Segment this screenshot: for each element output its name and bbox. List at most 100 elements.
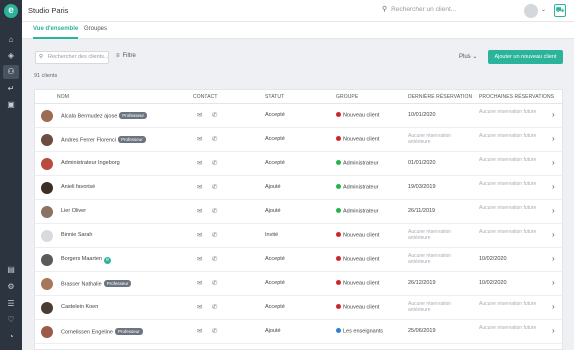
client-name[interactable]: Borgers Maarten xyxy=(61,256,102,262)
chevron-right-icon[interactable]: › xyxy=(552,182,555,191)
table-row[interactable]: Binnie Sarah ✉ ✆ Invité Nouveau client Aucune… xyxy=(35,224,562,248)
mail-icon[interactable]: ✉ xyxy=(197,135,202,143)
tab-groups[interactable]: Groupes xyxy=(84,26,107,37)
table-row[interactable]: Anieli favorisé ✉ ✆ Ajouté Administrateur 19/… xyxy=(35,176,562,200)
table-row[interactable]: Castelein Koen ✉ ✆ Accepté Nouveau client Auc… xyxy=(35,296,562,320)
phone-icon[interactable]: ✆ xyxy=(212,207,217,215)
mail-icon[interactable]: ✉ xyxy=(197,255,202,263)
client-name[interactable]: Administrateur Ingeborg xyxy=(61,160,120,166)
group-cell: Nouveau client xyxy=(336,136,379,143)
avatar xyxy=(41,326,53,338)
status-cell: Accepté xyxy=(265,136,285,142)
table-row[interactable]: Andres Ferrer Florenci Professeur ✉ ✆ Accept… xyxy=(35,128,562,152)
home-icon[interactable]: ⌂ xyxy=(3,33,19,47)
mail-icon[interactable]: ✉ xyxy=(197,327,202,335)
header-group[interactable]: GROUPE xyxy=(336,94,358,100)
table-row[interactable]: Alcala Bermudez ajose Professeur ✉ ✆ Accepté… xyxy=(35,104,562,128)
client-name[interactable]: Lier Oliver xyxy=(61,208,86,214)
clients-table: NOM CONTACT STATUT GROUPE DERNIÈRE RÉSER… xyxy=(34,89,563,350)
chevron-down-icon[interactable]: ⌄ xyxy=(541,6,546,13)
mail-icon[interactable]: ✉ xyxy=(197,303,202,311)
last-booking-cell: 26/11/2019 xyxy=(408,208,436,214)
cart-icon[interactable]: ⛟ xyxy=(554,4,566,17)
chevron-right-icon[interactable]: › xyxy=(552,326,555,335)
avatar xyxy=(41,182,53,194)
chevron-right-icon[interactable]: › xyxy=(552,302,555,311)
header-last-booking[interactable]: DERNIÈRE RÉSERVATION xyxy=(408,94,472,100)
group-label: Nouveau client xyxy=(343,280,380,287)
tabs-bar: Vue d'ensemble Groupes xyxy=(22,22,574,39)
chevron-right-icon[interactable]: › xyxy=(552,134,555,143)
phone-icon[interactable]: ✆ xyxy=(212,279,217,287)
client-name[interactable]: Cornelissen Engeline xyxy=(61,330,113,336)
client-name[interactable]: Anieli favorisé xyxy=(61,184,95,190)
client-name[interactable]: Binnie Sarah xyxy=(61,232,93,238)
phone-icon[interactable]: ✆ xyxy=(212,183,217,191)
client-name[interactable]: Brasser Nathalie xyxy=(61,282,102,288)
filter-button[interactable]: ≡ Filtre xyxy=(116,53,136,59)
group-label: Nouveau client xyxy=(343,256,380,263)
chevron-right-icon[interactable]: › xyxy=(552,254,555,263)
phone-icon[interactable]: ✆ xyxy=(212,255,217,263)
chevron-right-icon[interactable]: › xyxy=(552,206,555,215)
next-booking-cell: Aucune réservation future xyxy=(479,325,537,331)
header-status[interactable]: STATUT xyxy=(265,94,284,100)
gift-icon[interactable]: ▣ xyxy=(3,98,19,112)
phone-icon[interactable]: ✆ xyxy=(212,135,217,143)
phone-icon[interactable]: ✆ xyxy=(212,327,217,335)
phone-icon[interactable]: ✆ xyxy=(212,231,217,239)
client-search-input[interactable]: ⚲ Rechercher des clients... xyxy=(35,51,109,64)
tab-overview[interactable]: Vue d'ensemble xyxy=(33,26,79,39)
client-name[interactable]: Castelein Koen xyxy=(61,304,98,310)
mail-icon[interactable]: ✉ xyxy=(197,231,202,239)
more-dropdown[interactable]: Plus ⌄ xyxy=(459,53,477,60)
avatar xyxy=(41,110,53,122)
table-row[interactable]: Cornelissen Engeline Professeur ✉ ✆ Ajouté Le… xyxy=(35,320,562,344)
chevron-right-icon[interactable]: › xyxy=(552,110,555,119)
client-name[interactable]: Andres Ferrer Florenci xyxy=(61,138,116,144)
bell-icon[interactable]: ◔ xyxy=(3,330,19,344)
table-row[interactable]: Lier Oliver ✉ ✆ Ajouté Administrateur 26/11/2… xyxy=(35,200,562,224)
chevron-right-icon[interactable]: › xyxy=(552,230,555,239)
table-row[interactable]: Borgers Maarten e ✉ ✆ Accepté Nouveau client A… xyxy=(35,248,562,272)
mail-icon[interactable]: ✉ xyxy=(197,183,202,191)
app-logo[interactable]: e xyxy=(4,4,18,18)
next-booking-cell: Aucune réservation future xyxy=(479,205,537,211)
add-client-button[interactable]: Ajouter un nouveau client xyxy=(488,50,563,64)
news-icon[interactable]: ☰ xyxy=(3,297,19,311)
group-color-dot xyxy=(336,208,341,213)
mail-icon[interactable]: ✉ xyxy=(197,159,202,167)
settings-icon[interactable]: ⚙ xyxy=(3,280,19,294)
chevron-right-icon[interactable]: › xyxy=(552,158,555,167)
import-icon[interactable]: ↵ xyxy=(3,82,19,96)
client-name[interactable]: Alcala Bermudez ajose xyxy=(61,114,117,120)
client-search-placeholder: Rechercher des clients... xyxy=(48,54,109,60)
filter-icon: ≡ xyxy=(116,53,120,59)
client-name-cell: Administrateur Ingeborg xyxy=(61,160,120,166)
next-booking-cell: Aucune réservation future xyxy=(479,157,537,163)
last-booking-cell: Aucune réservation antérieure xyxy=(408,133,452,145)
status-cell: Invité xyxy=(265,232,279,238)
group-label: Nouveau client xyxy=(343,304,380,311)
next-booking-cell: Aucune réservation future xyxy=(479,133,537,139)
reports-icon[interactable]: ▤ xyxy=(3,263,19,277)
mail-icon[interactable]: ✉ xyxy=(197,111,202,119)
users-icon[interactable]: ⚇ xyxy=(3,65,19,79)
header-next-bookings[interactable]: PROCHAINES RÉSERVATIONS xyxy=(479,94,554,100)
mail-icon[interactable]: ✉ xyxy=(197,207,202,215)
phone-icon[interactable]: ✆ xyxy=(212,111,217,119)
phone-icon[interactable]: ✆ xyxy=(212,303,217,311)
group-label: Nouveau client xyxy=(343,232,380,239)
phone-icon[interactable]: ✆ xyxy=(212,159,217,167)
table-row[interactable]: Administrateur Ingeborg ✉ ✆ Accepté Administ… xyxy=(35,152,562,176)
user-avatar[interactable] xyxy=(524,4,538,18)
chevron-right-icon[interactable]: › xyxy=(552,278,555,287)
header-name[interactable]: NOM xyxy=(57,94,69,100)
table-row[interactable]: Brasser Nathalie Professeur ✉ ✆ Accepté Nouve… xyxy=(35,272,562,296)
dashboard-icon[interactable]: ◈ xyxy=(3,49,19,63)
mail-icon[interactable]: ✉ xyxy=(197,279,202,287)
heart-icon[interactable]: ♡ xyxy=(3,313,19,327)
chevron-down-icon: ⌄ xyxy=(472,54,478,60)
client-name-cell: Lier Oliver xyxy=(61,208,86,214)
global-search-input[interactable]: ⚲ Rechercher un client... xyxy=(382,5,456,13)
